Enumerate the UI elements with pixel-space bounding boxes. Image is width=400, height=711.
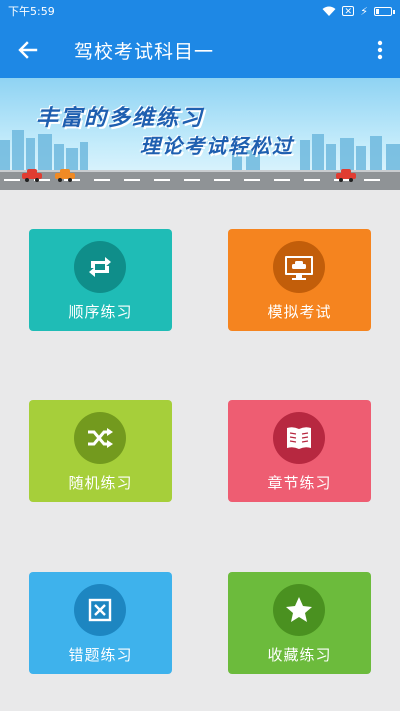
tile-chapter-practice[interactable]: 章节练习 bbox=[228, 400, 371, 502]
tile-random-practice[interactable]: 随机练习 bbox=[29, 400, 172, 502]
tile-wrong-answers-practice[interactable]: 错题练习 bbox=[29, 572, 172, 674]
page-title: 驾校考试科目一 bbox=[74, 40, 215, 63]
repeat-icon bbox=[89, 257, 111, 277]
status-bar: 下午5:59 ✕ ⚡ bbox=[0, 0, 400, 22]
battery-icon bbox=[374, 6, 395, 16]
tile-label: 模拟考试 bbox=[267, 303, 332, 321]
tile-sequential-practice[interactable]: 顺序练习 bbox=[29, 229, 172, 331]
tile-label: 收藏练习 bbox=[267, 646, 332, 664]
tile-label: 错题练习 bbox=[68, 646, 133, 664]
star-icon bbox=[286, 597, 312, 622]
more-vert-icon bbox=[377, 40, 383, 60]
status-time: 下午5:59 bbox=[8, 5, 55, 18]
sim-off-icon: ✕ bbox=[342, 6, 355, 17]
app-bar: 驾校考试科目一 bbox=[0, 22, 400, 78]
status-icons: ✕ ⚡ bbox=[322, 4, 395, 18]
promo-banner: 丰富的多维练习 理论考试轻松过 bbox=[0, 78, 400, 190]
tile-mock-exam[interactable]: 模拟考试 bbox=[228, 229, 371, 331]
back-button[interactable] bbox=[0, 22, 56, 78]
tile-label: 章节练习 bbox=[267, 474, 332, 492]
tile-label: 顺序练习 bbox=[68, 303, 133, 321]
tile-favorites-practice[interactable]: 收藏练习 bbox=[228, 572, 371, 674]
overflow-menu-button[interactable] bbox=[360, 22, 400, 78]
monitor-car-icon bbox=[285, 256, 313, 280]
shuffle-icon bbox=[88, 428, 113, 448]
banner-headline-1: 丰富的多维练习 bbox=[36, 106, 205, 131]
practice-menu-grid: 顺序练习 模拟考试 随机练习 章节练习 错题练习 收藏练习 bbox=[0, 190, 400, 711]
tile-label: 随机练习 bbox=[68, 474, 133, 492]
wifi-icon bbox=[322, 6, 336, 16]
banner-headline-2: 理论考试轻松过 bbox=[140, 134, 294, 158]
arrow-left-icon bbox=[18, 41, 38, 59]
charging-icon: ⚡ bbox=[360, 4, 368, 18]
close-box-icon bbox=[88, 598, 112, 622]
book-icon bbox=[287, 427, 311, 449]
